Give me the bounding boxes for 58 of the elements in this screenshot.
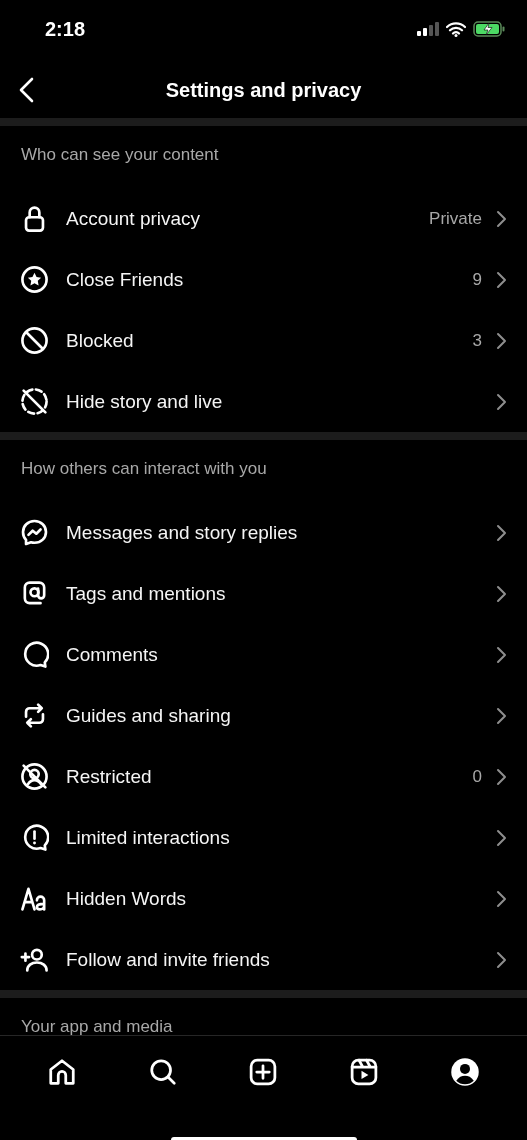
home-icon [47,1057,78,1087]
row-label: Hidden Words [66,887,188,910]
row-value: Private [429,208,482,229]
reels-icon [349,1057,380,1087]
row-value: 9 [472,269,482,290]
settings-row[interactable]: Tags and mentions [0,563,527,624]
chevron-icon [495,644,507,665]
settings-row[interactable]: Account privacy Private [0,188,527,249]
hidden-story-icon [20,387,49,416]
restricted-icon [20,762,49,791]
settings-row[interactable]: Hidden Words [0,868,527,929]
search-icon [147,1057,178,1087]
row-label: Restricted [66,765,153,788]
row-label: Limited interactions [66,826,231,849]
chevron-icon [495,949,507,970]
wifi-icon [446,21,466,37]
settings-row[interactable]: Blocked 3 [0,310,527,371]
page-title: Settings and privacy [165,78,362,102]
row-label: Follow and invite friends [66,948,271,971]
section-heading: How others can interact with you [21,459,267,479]
row-value: 0 [472,766,482,787]
row-label: Blocked [66,329,135,352]
profile-avatar-icon [449,1057,480,1087]
status-time: 2:18 [45,17,86,41]
section-heading: Who can see your content [21,145,219,165]
settings-row[interactable]: Limited interactions [0,807,527,868]
chevron-icon [495,888,507,909]
chevron-icon [495,330,507,351]
battery-charging-icon [473,21,505,37]
messenger-icon [20,518,49,547]
signal-icon [417,22,439,36]
chevron-icon [495,269,507,290]
row-label: Tags and mentions [66,582,227,605]
settings-row[interactable]: Hide story and live [0,371,527,432]
chevron-icon [495,208,507,229]
settings-row[interactable]: Messages and story replies [0,502,527,563]
settings-row[interactable]: Comments [0,624,527,685]
chevron-icon [495,827,507,848]
settings-row[interactable]: Guides and sharing [0,685,527,746]
row-label: Comments [66,643,159,666]
row-label: Account privacy [66,207,202,230]
blocked-icon [20,326,49,355]
row-label: Guides and sharing [66,704,232,727]
settings-row[interactable]: Restricted 0 [0,746,527,807]
star-circle-icon [20,265,49,294]
chevron-icon [495,583,507,604]
row-value: 3 [472,330,482,351]
row-label: Close Friends [66,268,185,291]
chevron-icon [495,705,507,726]
chevron-icon [495,766,507,787]
chevron-icon [495,391,507,412]
settings-row[interactable]: Close Friends 9 [0,249,527,310]
row-label: Messages and story replies [66,521,299,544]
row-label: Hide story and live [66,390,224,413]
section-heading: Your app and media [21,1017,173,1035]
add-square-icon [248,1057,279,1087]
settings-row[interactable]: Follow and invite friends [0,929,527,990]
chevron-icon [495,522,507,543]
